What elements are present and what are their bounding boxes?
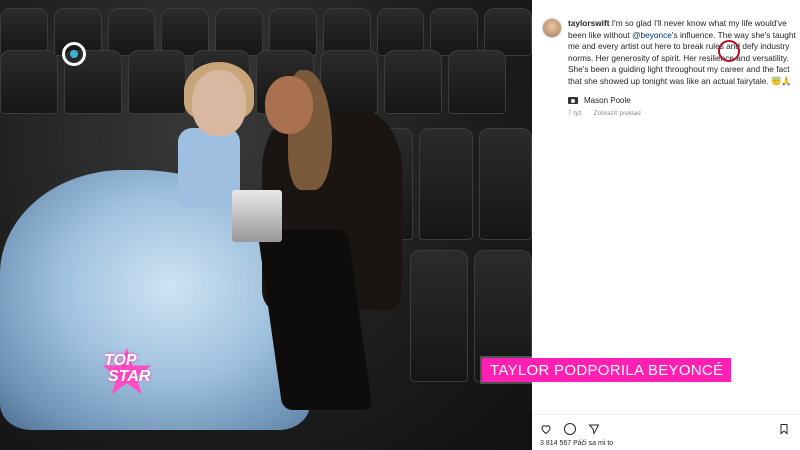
photo-credit-name[interactable]: Mason Poole (584, 96, 631, 105)
username-link[interactable]: taylorswift (568, 18, 610, 28)
instagram-post-panel: taylorswift I'm so glad I'll never know … (532, 0, 800, 450)
headline-text: TAYLOR PODPORILA BEYONCÉ (490, 361, 724, 379)
heart-icon[interactable] (540, 423, 552, 435)
headline-banner: TAYLOR PODPORILA BEYONCÉ (482, 358, 732, 382)
post-age: 7 týž. (568, 110, 584, 117)
brand-line-2: STAR (108, 368, 151, 385)
post-caption: taylorswift I'm so glad I'll never know … (568, 18, 800, 88)
highlight-ring (718, 40, 740, 62)
post-meta: 7 týž. Zobraziť preklad (568, 110, 641, 117)
avatar[interactable] (542, 18, 562, 38)
topstar-brand-logo: ★ TOP STAR (78, 330, 158, 404)
caption-emojis: 😇🙏 (770, 75, 792, 86)
photo-credit-row[interactable]: Mason Poole (568, 96, 631, 105)
popcorn-bucket (232, 190, 282, 242)
likes-count[interactable]: 3 814 567 Páči sa mi to (540, 440, 613, 447)
camera-icon (568, 97, 578, 104)
gown-bodice (178, 128, 240, 208)
translate-link[interactable]: Zobraziť preklad (594, 110, 641, 117)
channel-logo-icon (62, 42, 86, 66)
comment-icon[interactable] (564, 423, 576, 435)
post-photo[interactable]: ★ TOP STAR (0, 0, 532, 450)
person-left-face (192, 70, 246, 136)
mention-link[interactable]: @beyonce (632, 30, 672, 40)
person-right-face (265, 76, 313, 134)
bookmark-icon[interactable] (778, 423, 790, 435)
post-actions (532, 414, 800, 437)
share-icon[interactable] (588, 423, 600, 435)
